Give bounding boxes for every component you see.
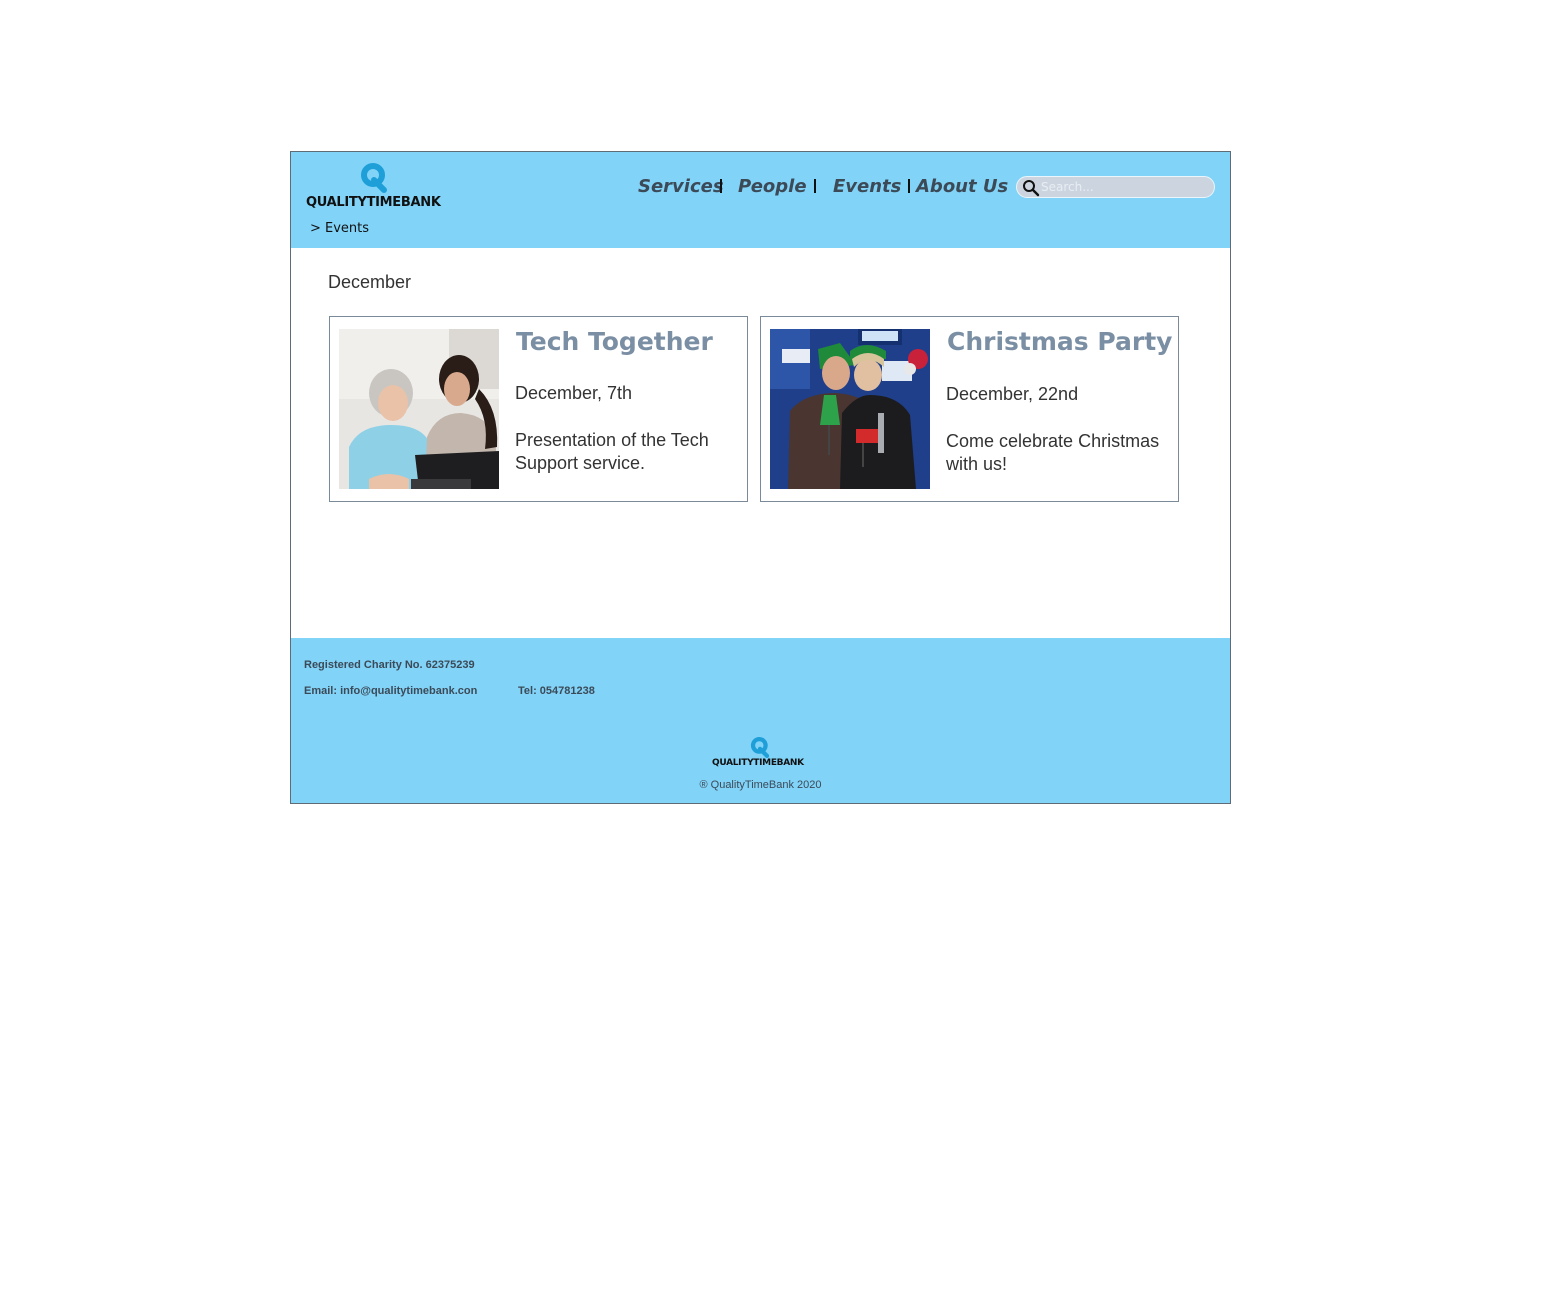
event-description: Presentation of the Tech Support service… [515,430,709,473]
logo-q-icon [750,737,770,758]
search-box [1016,176,1215,198]
footer-email[interactable]: Email: info@qualitytimebank.con [304,685,477,697]
event-date: December, 22nd [946,384,1079,404]
footer-logo[interactable]: QUALITYTIMEBANK [712,737,812,771]
nav-item-people[interactable]: People [738,176,807,197]
nav-item-services[interactable]: Services [638,176,724,197]
footer-logo-wordmark: QUALITYTIMEBANK [712,758,804,768]
breadcrumb[interactable]: > Events [310,221,369,236]
month-heading: December [328,272,412,292]
nav-separator [814,179,816,193]
nav-item-about-us[interactable]: About Us [916,176,1008,197]
search-input[interactable] [1041,178,1209,196]
event-card[interactable]: Tech Together December, 7th Presentation… [329,316,748,502]
footer-phone: Tel: 054781238 [518,685,595,697]
site-logo[interactable]: QUALITYTIMEBANK [306,163,446,211]
event-card[interactable]: Christmas Party December, 22nd Come cele… [760,316,1179,502]
copyright: ® QualityTimeBank 2020 [699,779,822,791]
nav-separator [908,179,910,193]
event-photo-tech-together [339,329,499,489]
event-date: December, 7th [515,383,633,403]
nav-item-events[interactable]: Events [833,176,901,197]
event-photo-christmas-party [770,329,930,489]
event-title[interactable]: Christmas Party [947,327,1172,356]
logo-wordmark: QUALITYTIMEBANK [306,195,441,210]
event-title[interactable]: Tech Together [516,327,713,356]
logo-q-icon [361,163,387,193]
search-icon[interactable] [1022,179,1040,197]
charity-number: Registered Charity No. 62375239 [304,659,475,671]
site-header: QUALITYTIMEBANK > Events Services People… [291,152,1230,248]
nav-separator [720,179,722,193]
page-frame: QUALITYTIMEBANK > Events Services People… [290,151,1231,804]
site-footer: Registered Charity No. 62375239 Email: i… [291,638,1230,803]
event-description: Come celebrate Christmas with us! [946,431,1160,474]
